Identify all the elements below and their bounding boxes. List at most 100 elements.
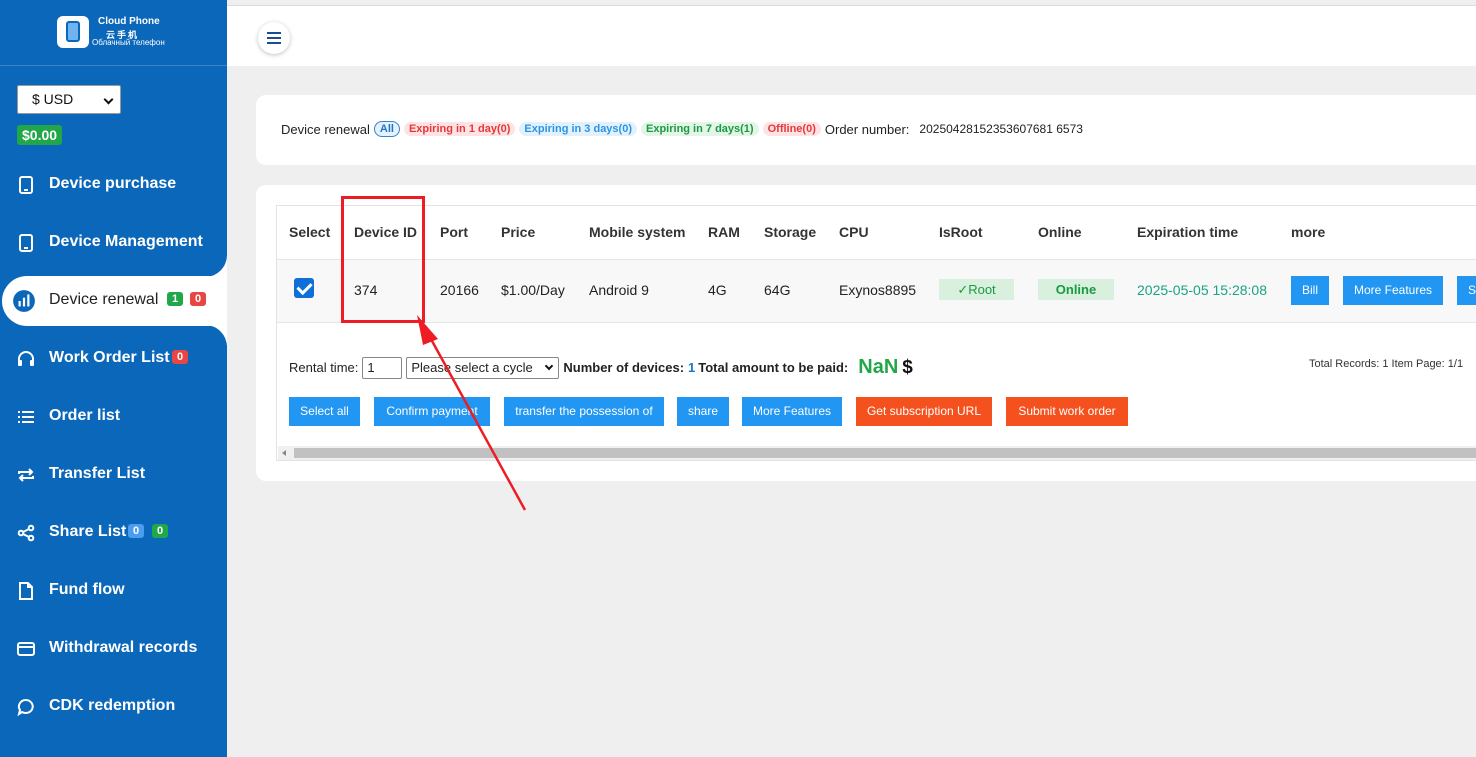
scrollbar-thumb[interactable] — [294, 448, 1476, 458]
cell-port: 20166 — [440, 282, 479, 298]
chat-icon — [17, 698, 34, 716]
pagination-info: Total Records: 1 Item Page: 1/1 — [1309, 358, 1464, 370]
col-online: Online — [1038, 224, 1082, 240]
transfer-icon — [18, 468, 34, 482]
cell-system: Android 9 — [589, 282, 649, 298]
cell-price: $1.00/Day — [501, 282, 565, 298]
row-checkbox[interactable] — [294, 278, 314, 298]
devices-card: Select Device ID Port Price Mobile syste… — [256, 185, 1476, 481]
logo-area[interactable]: Cloud Phone 云手机 Облачный телефон — [0, 0, 227, 66]
order-number-value: 20250428152353607681 6573 — [919, 122, 1083, 136]
sidebar-item-label: Device Management — [49, 233, 203, 250]
col-ram: RAM — [708, 224, 740, 240]
sidebar-item-label: Withdrawal records — [49, 639, 198, 656]
total-label: Total amount to be paid: — [698, 360, 849, 375]
cell-cpu: Exynos8895 — [839, 282, 917, 298]
share-icon — [17, 524, 35, 542]
count-badge: 0 — [152, 524, 169, 538]
menu-toggle-button[interactable] — [258, 22, 290, 54]
cycle-placeholder: Please select a cycle — [411, 359, 533, 375]
chevron-down-icon — [545, 361, 554, 370]
count-badge: 0 — [172, 350, 189, 364]
top-bar — [227, 5, 1476, 66]
card-icon — [17, 642, 35, 656]
count-badge: 1 — [167, 292, 184, 306]
sidebar-item-label: Fund flow — [49, 581, 125, 598]
col-mobile-system: Mobile system — [589, 224, 686, 240]
filter-1day-chip[interactable]: Expiring in 1 day(0) — [403, 122, 516, 136]
count-badge: 0 — [190, 292, 207, 306]
filter-all-chip[interactable]: All — [373, 121, 400, 137]
rental-time-label: Rental time: — [289, 360, 359, 375]
sidebar-item-order-list[interactable]: Order list — [0, 392, 227, 442]
hamburger-icon — [267, 32, 281, 34]
count-badge: 0 — [128, 524, 145, 538]
file-icon — [19, 582, 33, 600]
devices-label: Number of devices: — [563, 360, 685, 375]
col-expiration: Expiration time — [1137, 224, 1239, 240]
sidebar-item-cdk-redemption[interactable]: CDK redemption — [0, 682, 227, 732]
share-button[interactable]: share — [677, 397, 729, 426]
transfer-button[interactable]: transfer the possession of — [504, 397, 664, 426]
chevron-down-icon — [103, 94, 114, 105]
submit-work-order-button[interactable]: Submit work order — [1006, 397, 1128, 426]
subscription-url-button[interactable]: Get subscription URL — [856, 397, 992, 426]
payment-row: Rental time: 1 Please select a cycle Num… — [289, 356, 913, 379]
sidebar-item-work-order-list[interactable]: Work Order List 0 — [0, 334, 227, 384]
table-row: 374 20166 $1.00/Day Android 9 4G 64G Exy… — [277, 260, 1476, 323]
cell-storage: 64G — [764, 282, 791, 298]
order-number-label: Order number: — [824, 121, 910, 137]
devices-count: 1 — [688, 360, 696, 375]
col-more: more — [1291, 224, 1326, 240]
sidebar-item-label: Device renewal — [49, 291, 159, 308]
sidebar-item-withdrawal-records[interactable]: Withdrawal records — [0, 624, 227, 674]
sidebar-item-label: Work Order List — [49, 349, 170, 366]
annotation-highlight-box — [341, 196, 425, 323]
sidebar: Cloud Phone 云手机 Облачный телефон $ USD $… — [0, 0, 227, 757]
root-status-badge: ✓Root — [939, 279, 1014, 300]
bar-chart-icon — [13, 290, 35, 312]
confirm-payment-button[interactable]: Confirm payment — [374, 397, 490, 426]
sidebar-item-transfer-list[interactable]: Transfer List — [0, 450, 227, 500]
currency-value: $ USD — [32, 91, 74, 107]
list-icon — [18, 411, 34, 423]
filter-offline-chip[interactable]: Offline(0) — [762, 122, 821, 136]
sidebar-item-device-renewal[interactable]: Device renewal 1 0 — [2, 276, 227, 326]
cell-ram: 4G — [708, 282, 727, 298]
filter-7days-chip[interactable]: Expiring in 7 days(1) — [641, 122, 759, 136]
col-isroot: IsRoot — [939, 224, 983, 240]
sidebar-item-label: Order list — [49, 407, 121, 424]
col-port: Port — [440, 224, 468, 240]
logo-subtitle-ru: Облачный телефон — [92, 38, 165, 47]
tablet-icon — [19, 176, 33, 194]
tablet-icon — [19, 234, 33, 252]
bill-button[interactable]: Bill — [1291, 276, 1329, 305]
total-amount: NaN — [858, 356, 899, 378]
table-header: Select Device ID Port Price Mobile syste… — [277, 206, 1476, 260]
scroll-left-arrow-icon[interactable] — [282, 450, 286, 456]
horizontal-scrollbar[interactable] — [278, 446, 1476, 460]
col-select: Select — [289, 224, 331, 240]
rental-time-input[interactable]: 1 — [362, 356, 403, 379]
balance-badge: $0.00 — [17, 125, 63, 145]
sidebar-item-fund-flow[interactable]: Fund flow — [0, 566, 227, 616]
row-more-features-button[interactable]: More Features — [1343, 276, 1443, 305]
online-status-badge: Online — [1038, 279, 1114, 300]
more-features-button[interactable]: More Features — [742, 397, 842, 426]
sidebar-item-share-list[interactable]: Share List 0 0 — [0, 508, 227, 558]
sidebar-item-label: Transfer List — [49, 465, 146, 482]
select-all-button[interactable]: Select all — [289, 397, 360, 426]
sidebar-item-label: Share List — [49, 523, 127, 540]
filter-3days-chip[interactable]: Expiring in 3 days(0) — [519, 122, 637, 136]
headset-icon — [18, 351, 34, 366]
sidebar-item-device-purchase[interactable]: Device purchase — [0, 160, 227, 210]
logo-title: Cloud Phone — [98, 16, 160, 27]
sidebar-item-label: CDK redemption — [49, 697, 176, 714]
currency-select[interactable]: $ USD — [17, 85, 121, 114]
sidebar-item-device-management[interactable]: Device Management — [0, 218, 227, 268]
devices-table: Select Device ID Port Price Mobile syste… — [276, 205, 1476, 461]
cycle-select[interactable]: Please select a cycle — [406, 356, 560, 379]
col-storage: Storage — [764, 224, 817, 240]
sidebar-item-label: Device purchase — [49, 175, 177, 192]
row-s-button[interactable]: S — [1457, 276, 1476, 305]
